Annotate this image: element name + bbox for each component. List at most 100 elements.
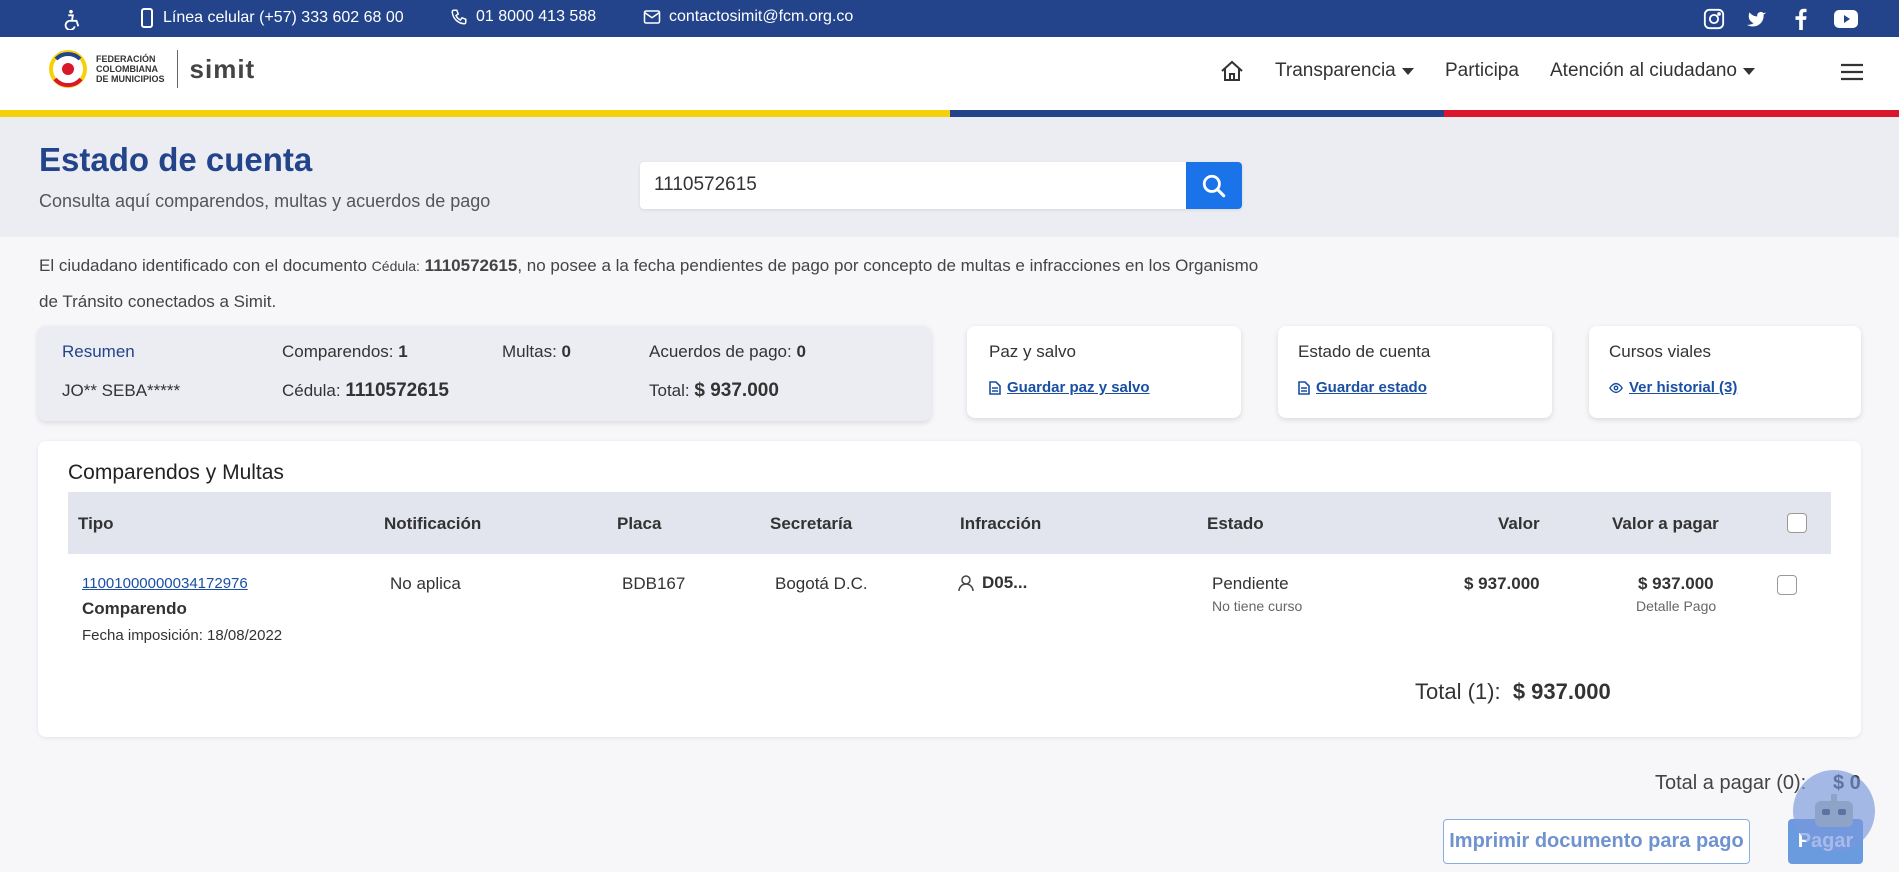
paz-y-salvo-title: Paz y salvo xyxy=(989,342,1076,361)
detalle-pago-link[interactable]: Detalle Pago xyxy=(1636,598,1716,614)
mobile-phone-contact[interactable]: Línea celular (+57) 333 602 68 00 xyxy=(139,8,404,28)
table-header: Tipo Notificación Placa Secretaría Infra… xyxy=(68,492,1831,554)
col-infraccion: Infracción xyxy=(960,514,1042,533)
facebook-link[interactable] xyxy=(1789,7,1813,31)
simit-logo-text: simit xyxy=(189,53,256,84)
fcm-logo-icon xyxy=(49,50,87,88)
page-title: Estado de cuenta xyxy=(39,141,313,178)
curso-status: No tiene curso xyxy=(1212,598,1303,614)
valor-value: $ 937.000 xyxy=(1464,574,1540,593)
site-logo[interactable]: FEDERACIÓN COLOMBIANA DE MUNICIPIOS simi… xyxy=(48,47,255,91)
secretaria-value: Bogotá D.C. xyxy=(775,574,868,593)
summary-cedula: Cédula: 1110572615 xyxy=(282,380,449,401)
search-input[interactable] xyxy=(654,174,1174,196)
page-subtitle: Consulta aquí comparendos, multas y acue… xyxy=(39,191,491,211)
guardar-paz-label: Guardar paz y salvo xyxy=(1007,379,1150,396)
logo-divider xyxy=(176,50,178,88)
nav-transparencia[interactable]: Transparencia xyxy=(1275,60,1414,82)
hamburger-menu-icon xyxy=(1841,63,1863,81)
nav-home[interactable] xyxy=(1220,60,1244,82)
placa-value: BDB167 xyxy=(622,574,686,593)
summary-title: Resumen xyxy=(62,342,135,361)
notice-text-start: El ciudadano identificado con el documen… xyxy=(39,256,372,275)
email-text: contactosimit@fcm.org.co xyxy=(669,8,854,25)
comparendos-title: Comparendos y Multas xyxy=(68,461,284,484)
col-valor: Valor xyxy=(1498,514,1540,533)
email-icon xyxy=(643,10,661,24)
col-notificacion: Notificación xyxy=(384,514,482,533)
notice-doc-number: 1110572615 xyxy=(424,256,518,275)
cursos-viales-title: Cursos viales xyxy=(1609,342,1712,361)
chatbot-button[interactable] xyxy=(1793,770,1875,852)
accessibility-button[interactable] xyxy=(60,8,82,30)
estado-cuenta-title: Estado de cuenta xyxy=(1298,342,1431,361)
eye-icon xyxy=(1609,382,1623,393)
comparendo-number-link[interactable]: 11001000000034172976 xyxy=(82,575,248,592)
col-tipo: Tipo xyxy=(78,514,114,533)
search-icon xyxy=(1202,174,1226,197)
notice-doc-type: Cédula: xyxy=(371,258,420,274)
nav-atencion[interactable]: Atención al ciudadano xyxy=(1550,60,1755,82)
notificacion-value: No aplica xyxy=(390,574,461,593)
twitter-icon xyxy=(1747,11,1767,27)
summary-card: Resumen JO** SEBA***** Comparendos: 1 Mu… xyxy=(38,326,931,421)
table-total: Total (1): $ 937.000 xyxy=(1415,679,1611,705)
paz-y-salvo-card: Paz y salvo Guardar paz y salvo xyxy=(967,326,1241,418)
estado-cuenta-card: Estado de cuenta Guardar estado xyxy=(1278,326,1552,418)
infraccion-code: D05... xyxy=(982,573,1028,592)
email-contact[interactable]: contactosimit@fcm.org.co xyxy=(643,8,853,26)
document-icon xyxy=(989,380,1001,395)
landline-phone-text: 01 8000 413 588 xyxy=(476,8,597,25)
comparendo-date: Fecha imposición: 18/08/2022 xyxy=(82,627,283,644)
guardar-paz-link[interactable]: Guardar paz y salvo xyxy=(989,379,1150,396)
valor-pagar-value: $ 937.000 xyxy=(1638,574,1714,593)
youtube-link[interactable] xyxy=(1834,7,1858,31)
guardar-estado-link[interactable]: Guardar estado xyxy=(1298,379,1427,396)
menu-button[interactable] xyxy=(1841,63,1863,81)
estado-value: Pendiente xyxy=(1212,574,1289,593)
caret-down-icon xyxy=(1401,67,1414,75)
ver-historial-link[interactable]: Ver historial (3) xyxy=(1609,379,1737,396)
mobile-phone-icon xyxy=(141,8,153,28)
nav-participa[interactable]: Participa xyxy=(1445,60,1519,82)
summary-total: Total: $ 937.000 xyxy=(649,380,779,401)
home-icon xyxy=(1221,60,1243,81)
nav-participa-label: Participa xyxy=(1445,60,1519,81)
instagram-icon xyxy=(1703,8,1725,30)
twitter-link[interactable] xyxy=(1745,7,1769,31)
citizen-notice: El ciudadano identificado con el documen… xyxy=(39,248,1279,320)
summary-acuerdos: Acuerdos de pago: 0 xyxy=(649,342,806,361)
robot-icon xyxy=(1815,794,1853,827)
user-icon xyxy=(958,574,974,591)
nav-atencion-label: Atención al ciudadano xyxy=(1550,60,1737,81)
search-box xyxy=(640,162,1242,209)
landline-phone-contact[interactable]: 01 8000 413 588 xyxy=(450,8,596,26)
col-valor-pagar: Valor a pagar xyxy=(1612,514,1719,533)
search-button[interactable] xyxy=(1186,162,1242,209)
row-select-checkbox[interactable] xyxy=(1777,575,1797,595)
caret-down-icon xyxy=(1742,67,1755,75)
summary-name: JO** SEBA***** xyxy=(62,381,181,400)
mobile-phone-text: Línea celular (+57) 333 602 68 00 xyxy=(163,9,404,26)
guardar-estado-label: Guardar estado xyxy=(1316,379,1427,396)
facebook-icon xyxy=(1795,8,1807,30)
print-document-button[interactable]: Imprimir documento para pago xyxy=(1443,819,1750,864)
summary-comparendos: Comparendos: 1 xyxy=(282,342,408,361)
accessibility-icon xyxy=(64,9,80,30)
fcm-logo-text: FEDERACIÓN COLOMBIANA DE MUNICIPIOS xyxy=(96,54,165,84)
comparendos-panel: Comparendos y Multas Tipo Notificación P… xyxy=(38,441,1861,737)
hero-section: Estado de cuenta Consulta aquí comparend… xyxy=(0,117,1899,237)
instagram-link[interactable] xyxy=(1702,7,1726,31)
infraccion-cell[interactable]: D05... xyxy=(958,573,1027,593)
total-pagar-label: Total a pagar (0): xyxy=(1655,772,1807,794)
top-contact-bar: Línea celular (+57) 333 602 68 00 01 800… xyxy=(0,0,1899,37)
col-secretaria: Secretaría xyxy=(770,514,853,533)
main-header: FEDERACIÓN COLOMBIANA DE MUNICIPIOS simi… xyxy=(0,37,1899,110)
nav-transparencia-label: Transparencia xyxy=(1275,60,1396,81)
flag-stripe-blue xyxy=(950,110,1444,117)
document-icon xyxy=(1298,380,1310,395)
ver-historial-label: Ver historial (3) xyxy=(1629,379,1738,396)
youtube-icon xyxy=(1834,10,1858,28)
comparendo-type: Comparendo xyxy=(82,599,187,618)
select-all-checkbox[interactable] xyxy=(1787,513,1807,533)
